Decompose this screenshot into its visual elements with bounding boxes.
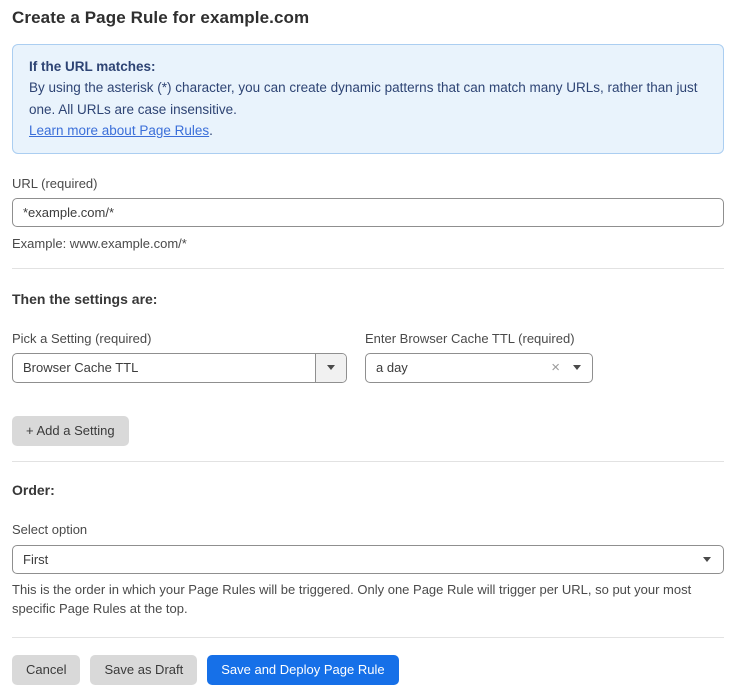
learn-more-link[interactable]: Learn more about Page Rules: [29, 123, 209, 138]
url-example-text: Example: www.example.com/*: [12, 234, 724, 254]
cancel-button[interactable]: Cancel: [12, 655, 80, 685]
select-arrow-segment[interactable]: [315, 354, 346, 382]
save-deploy-button[interactable]: Save and Deploy Page Rule: [207, 655, 398, 685]
settings-row: Pick a Setting (required) Browser Cache …: [12, 331, 724, 383]
pick-setting-value: Browser Cache TTL: [13, 360, 315, 375]
link-suffix: .: [209, 123, 213, 138]
info-box-heading: If the URL matches:: [29, 56, 707, 77]
page-title: Create a Page Rule for example.com: [12, 8, 724, 28]
url-input[interactable]: [12, 198, 724, 227]
pick-setting-column: Pick a Setting (required) Browser Cache …: [12, 331, 347, 383]
pick-setting-select[interactable]: Browser Cache TTL: [12, 353, 347, 383]
ttl-value: a day: [366, 360, 551, 375]
ttl-label: Enter Browser Cache TTL (required): [365, 331, 593, 346]
order-select[interactable]: First: [12, 545, 724, 574]
caret-down-icon: [573, 365, 581, 370]
ttl-combobox[interactable]: a day ×: [365, 353, 593, 383]
ttl-column: Enter Browser Cache TTL (required) a day…: [365, 331, 593, 383]
settings-section-heading: Then the settings are:: [12, 291, 724, 307]
order-section-heading: Order:: [12, 482, 724, 498]
caret-down-icon: [703, 557, 711, 562]
page-rule-form: Create a Page Rule for example.com If th…: [0, 0, 736, 697]
order-select-label: Select option: [12, 522, 724, 537]
order-help-text: This is the order in which your Page Rul…: [12, 580, 724, 619]
info-box-body: By using the asterisk (*) character, you…: [29, 77, 707, 120]
divider: [12, 268, 724, 269]
actions-row: Cancel Save as Draft Save and Deploy Pag…: [12, 655, 724, 685]
info-box-link-line: Learn more about Page Rules.: [29, 120, 707, 141]
pick-setting-label: Pick a Setting (required): [12, 331, 347, 346]
order-select-value: First: [13, 552, 703, 567]
save-draft-button[interactable]: Save as Draft: [90, 655, 197, 685]
url-match-info-box: If the URL matches: By using the asteris…: [12, 44, 724, 154]
caret-down-icon: [327, 365, 335, 370]
divider: [12, 461, 724, 462]
clear-icon[interactable]: ×: [551, 360, 560, 375]
url-field-label: URL (required): [12, 176, 724, 191]
add-setting-button[interactable]: + Add a Setting: [12, 416, 129, 446]
divider: [12, 637, 724, 638]
